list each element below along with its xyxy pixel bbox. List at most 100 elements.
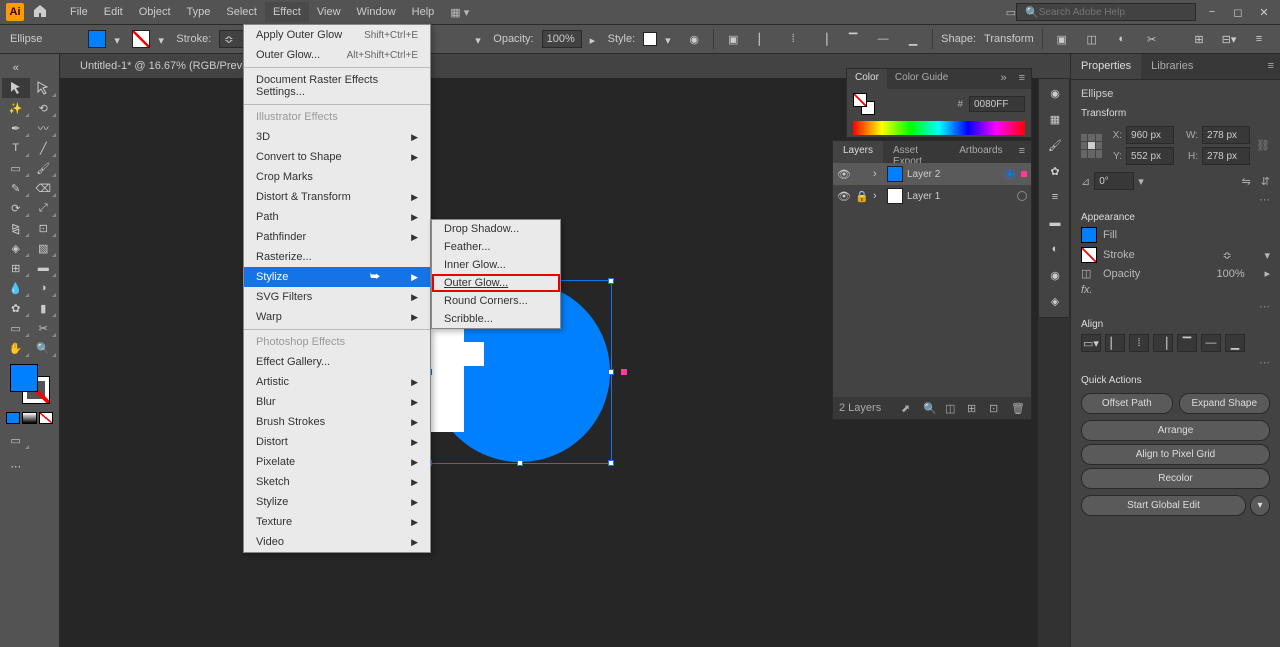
dock-stroke-icon[interactable]: ≡	[1041, 185, 1069, 209]
menu-distort-transform[interactable]: Distort & Transform▶	[244, 187, 430, 207]
menu-video[interactable]: Video▶	[244, 532, 430, 552]
menu-texture[interactable]: Texture▶	[244, 512, 430, 532]
layer-name[interactable]: Layer 1	[907, 191, 1013, 202]
help-search-input[interactable]	[1039, 7, 1187, 18]
isolate-icon[interactable]: ▣	[1051, 28, 1073, 50]
locate-layer-icon[interactable]: ⬈	[901, 402, 915, 415]
align-pixel-grid-button[interactable]: Align to Pixel Grid	[1081, 444, 1270, 465]
properties-tab[interactable]: Properties	[1071, 54, 1141, 79]
dock-gradient-icon[interactable]: ▬	[1041, 211, 1069, 235]
gradient-tool-icon[interactable]: ▬	[30, 258, 58, 278]
maximize-icon[interactable]: ◻	[1228, 4, 1248, 20]
flip-h-icon[interactable]: ⇋	[1242, 175, 1251, 188]
menu-type[interactable]: Type	[179, 2, 219, 22]
dock-brushes-icon[interactable]: 🖌	[1041, 133, 1069, 157]
symbol-sprayer-tool-icon[interactable]: ✿	[2, 298, 30, 318]
fx-label[interactable]: fx.	[1081, 284, 1093, 296]
help-search[interactable]: 🔍	[1016, 3, 1196, 21]
layers-tab[interactable]: Layers	[833, 141, 883, 163]
transform-x-input[interactable]: 960 px	[1126, 126, 1174, 144]
minimize-icon[interactable]: −	[1202, 4, 1222, 20]
shape-builder-tool-icon[interactable]: ◈	[2, 238, 30, 258]
more-options-icon[interactable]: ⋯	[1081, 356, 1270, 369]
align-bottom-btn[interactable]: ▁	[1225, 334, 1245, 352]
submenu-scribble[interactable]: Scribble...	[432, 310, 560, 328]
align-bottom-icon[interactable]: ▁	[902, 28, 924, 50]
grid-icon[interactable]: ⊞	[1188, 28, 1210, 50]
delete-layer-icon[interactable]: 🗑	[1011, 402, 1025, 415]
target-icon[interactable]	[1005, 169, 1015, 179]
shape-btn-label[interactable]: Shape:	[941, 33, 976, 45]
menu-ps-distort[interactable]: Distort▶	[244, 432, 430, 452]
transform-y-input[interactable]: 552 px	[1126, 147, 1174, 165]
asset-export-tab[interactable]: Asset Export	[883, 141, 949, 163]
transform-btn-label[interactable]: Transform	[984, 33, 1034, 45]
align-vcenter-icon[interactable]: ―	[872, 28, 894, 50]
brush-dropdown-icon[interactable]: ▾	[475, 34, 485, 44]
document-tab[interactable]: Untitled-1* @ 16.67% (RGB/Preview)	[70, 56, 272, 76]
mask-icon[interactable]: ◐	[1111, 28, 1133, 50]
hand-tool-icon[interactable]: ✋	[2, 338, 30, 358]
align-right-icon[interactable]: ▕	[812, 28, 834, 50]
color-mode-gradient-icon[interactable]	[22, 412, 36, 424]
reference-point-selector[interactable]	[1081, 134, 1102, 158]
arrange-button[interactable]: Arrange	[1081, 420, 1270, 441]
eraser-tool-icon[interactable]: ⌫	[30, 178, 58, 198]
more-options-icon[interactable]: ⋯	[1081, 300, 1270, 313]
menu-effect-gallery[interactable]: Effect Gallery...	[244, 352, 430, 372]
color-mode-solid-icon[interactable]	[6, 412, 20, 424]
close-icon[interactable]: ✕	[1254, 4, 1274, 20]
menu-rasterize[interactable]: Rasterize...	[244, 247, 430, 267]
make-clipping-mask-icon[interactable]: ◫	[945, 402, 959, 415]
edit-contents-icon[interactable]: ◫	[1081, 28, 1103, 50]
stroke-swatch[interactable]	[132, 30, 150, 48]
shaper-tool-icon[interactable]: ✎	[2, 178, 30, 198]
menu-blur[interactable]: Blur▶	[244, 392, 430, 412]
align-top-icon[interactable]: ▔	[842, 28, 864, 50]
scale-tool-icon[interactable]: ⤢	[30, 198, 58, 218]
dock-swatches-icon[interactable]: ▦	[1041, 107, 1069, 131]
stroke-weight-dropdown-icon[interactable]: ▾	[1264, 249, 1270, 262]
menu-view[interactable]: View	[309, 2, 349, 22]
lasso-tool-icon[interactable]: ⟲	[30, 98, 58, 118]
opacity-input[interactable]: 100%	[542, 30, 582, 48]
type-tool-icon[interactable]: T	[2, 138, 30, 158]
menu-path[interactable]: Path▶	[244, 207, 430, 227]
menu-artistic[interactable]: Artistic▶	[244, 372, 430, 392]
style-dropdown-icon[interactable]: ▾	[665, 34, 675, 44]
crop-icon[interactable]: ✂	[1141, 28, 1163, 50]
panel-menu-icon[interactable]: ≡	[1248, 28, 1270, 50]
new-layer-icon[interactable]: ⊡	[989, 402, 1003, 415]
visibility-icon[interactable]: 👁	[837, 190, 851, 203]
edit-toolbar-icon[interactable]: ⋯	[2, 456, 30, 476]
more-options-icon[interactable]: ⋯	[1081, 193, 1270, 206]
rotate-tool-icon[interactable]: ⟳	[2, 198, 30, 218]
global-edit-dropdown-icon[interactable]: ▾	[1250, 495, 1270, 516]
menu-crop-marks[interactable]: Crop Marks	[244, 167, 430, 187]
menu-effect[interactable]: Effect	[265, 2, 309, 22]
width-tool-icon[interactable]: ⧎	[2, 218, 30, 238]
arrange-docs-icon[interactable]: ▭	[1006, 6, 1016, 19]
menu-edit[interactable]: Edit	[96, 2, 131, 22]
perspective-tool-icon[interactable]: ▧	[30, 238, 58, 258]
artboard-tool-icon[interactable]: ▭	[2, 318, 30, 338]
hex-input[interactable]: 0080FF	[969, 96, 1025, 112]
opacity-dropdown-icon[interactable]: ▸	[590, 34, 600, 44]
layers-menu-icon[interactable]: ≡	[1013, 141, 1031, 163]
menu-brush-strokes[interactable]: Brush Strokes▶	[244, 412, 430, 432]
search-layer-icon[interactable]: 🔍	[923, 402, 937, 415]
color-spectrum[interactable]	[853, 121, 1025, 135]
lock-icon[interactable]: 🔒	[855, 190, 869, 203]
menu-3d[interactable]: 3D▶	[244, 127, 430, 147]
menu-last-effect[interactable]: Outer Glow...Alt+Shift+Ctrl+E	[244, 45, 430, 65]
layer-row[interactable]: 👁 › Layer 2	[833, 163, 1031, 185]
curvature-tool-icon[interactable]: 〰	[30, 118, 58, 138]
slice-tool-icon[interactable]: ✂	[30, 318, 58, 338]
panel-collapse-icon[interactable]: »	[994, 69, 1012, 89]
align-left-btn[interactable]: ▏	[1105, 334, 1125, 352]
magic-wand-tool-icon[interactable]: ✨	[2, 98, 30, 118]
tab-collapse-icon[interactable]: «	[2, 58, 30, 78]
direct-selection-tool-icon[interactable]	[30, 78, 58, 98]
layer-name[interactable]: Layer 2	[907, 169, 1001, 180]
opacity-slider-icon[interactable]: ▸	[1264, 267, 1270, 280]
